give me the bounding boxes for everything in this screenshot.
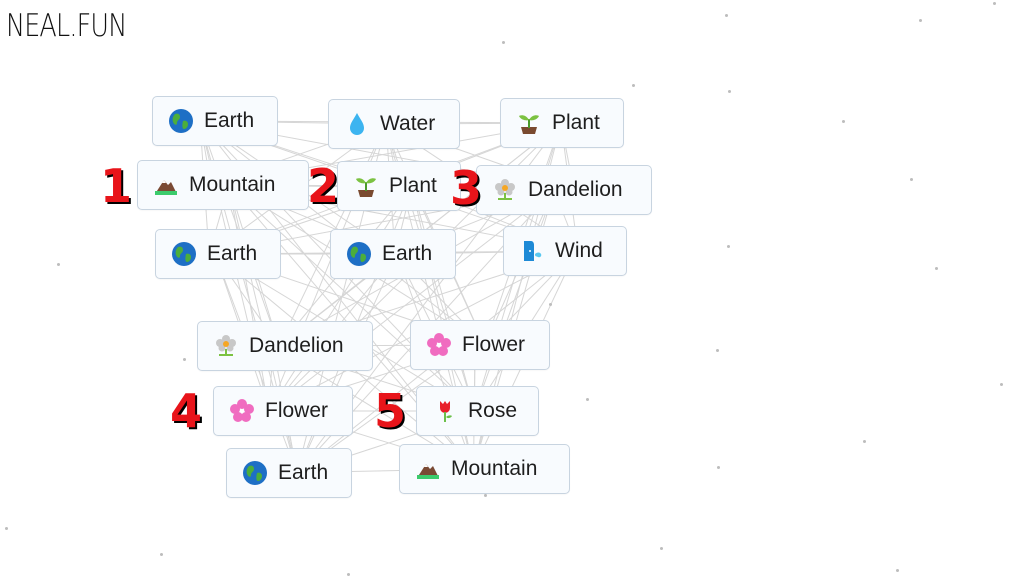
water-drop-icon [344,111,370,137]
element-label: Plant [389,174,437,197]
element-water[interactable]: Water [328,99,460,149]
connection-line [228,184,475,412]
connection-line [411,185,475,412]
element-label: Earth [207,242,258,265]
element-label: Water [380,112,436,135]
background-dot [935,267,938,270]
background-dot [717,466,720,469]
background-dot [896,569,899,572]
background-dot [993,2,996,5]
flower-icon [229,398,255,424]
background-dot [660,547,663,550]
element-flower[interactable]: Flower [213,386,353,436]
flower-icon [426,332,452,358]
background-dot [183,358,186,361]
background-dot [910,178,913,181]
background-dot [57,263,60,266]
dandelion-icon [492,177,518,203]
background-dot [716,349,719,352]
background-dot [919,19,922,22]
element-label: Earth [278,461,329,484]
background-dot [484,494,487,497]
background-dot [632,84,635,87]
rose-icon [432,398,458,424]
earth-icon [168,108,194,134]
step-number-2: 2 [307,159,340,213]
element-label: Flower [265,399,329,422]
element-label: Rose [468,399,518,422]
earth-icon [242,460,268,486]
background-dot [863,440,866,443]
element-label: Plant [552,111,600,134]
background-dot [5,527,8,530]
background-dot [160,553,163,556]
element-label: Earth [382,242,433,265]
element-earth[interactable]: Earth [155,229,281,279]
background-dot [728,90,731,93]
element-label: Mountain [189,173,276,196]
step-number-5: 5 [374,384,407,438]
step-number-3: 3 [450,161,483,215]
element-plant[interactable]: Plant [500,98,624,148]
element-mountain[interactable]: Mountain [399,444,570,494]
element-label: Flower [462,333,526,356]
element-label: Wind [555,239,603,262]
background-dot [549,303,552,306]
wind-icon [519,238,545,264]
plant-icon [353,173,379,199]
element-dandelion[interactable]: Dandelion [197,321,373,371]
element-label: Mountain [451,457,538,480]
element-earth[interactable]: Earth [330,229,456,279]
element-label: Dandelion [249,334,344,357]
element-mountain[interactable]: Mountain [137,160,309,210]
background-dot [842,120,845,123]
earth-icon [346,241,372,267]
connection-line [228,184,270,412]
step-number-1: 1 [100,159,133,213]
background-dot [725,14,728,17]
element-plant[interactable]: Plant [337,161,461,211]
element-earth[interactable]: Earth [152,96,278,146]
element-label: Earth [204,109,255,132]
dandelion-icon [213,333,239,359]
earth-icon [171,241,197,267]
background-dot [1000,383,1003,386]
background-dot [502,41,505,44]
background-dot [727,245,730,248]
element-flower[interactable]: Flower [410,320,550,370]
mountain-icon [415,456,441,482]
element-earth[interactable]: Earth [226,448,352,498]
step-number-4: 4 [170,384,203,438]
element-label: Dandelion [528,178,623,201]
mountain-icon [153,172,179,198]
plant-icon [516,110,542,136]
background-dot [586,398,589,401]
element-wind[interactable]: Wind [503,226,627,276]
element-dandelion[interactable]: Dandelion [476,165,652,215]
element-rose[interactable]: Rose [416,386,539,436]
